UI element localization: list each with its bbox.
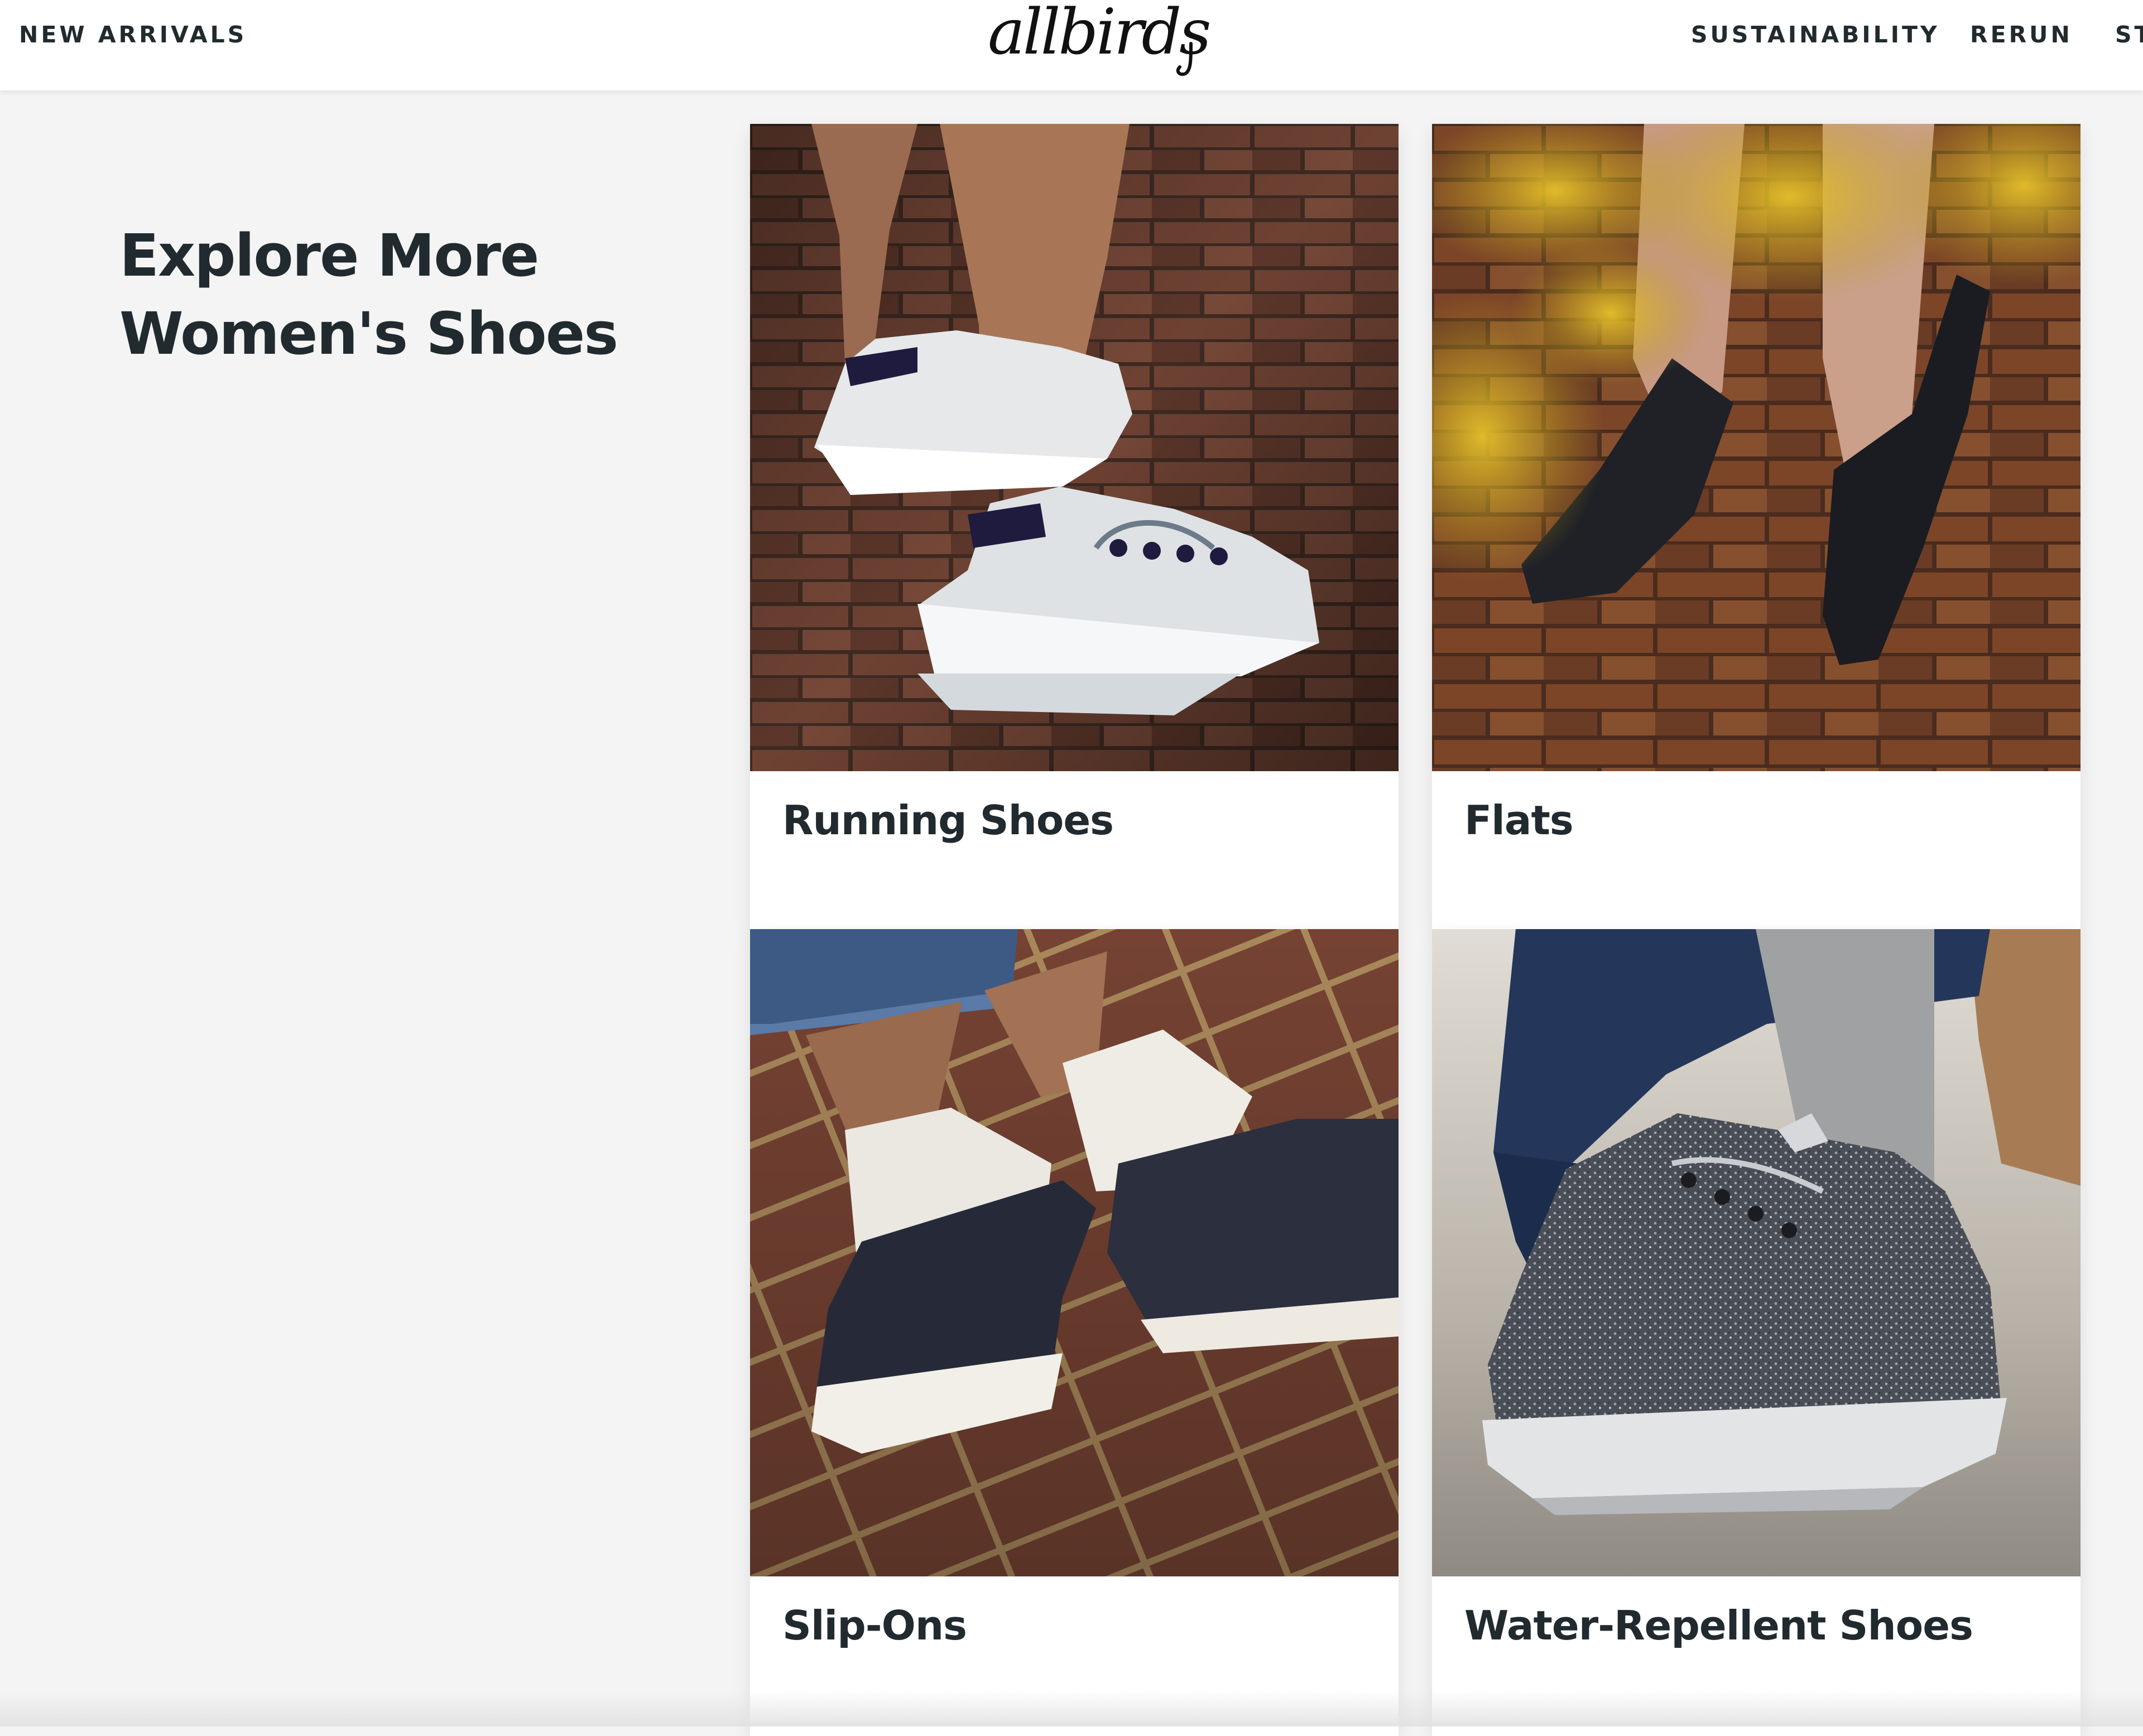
allbirds-logo[interactable]: allbirds (983, 0, 1212, 77)
nav-stores-truncated[interactable]: ST (2115, 21, 2143, 48)
logo-wordmark: allbirds (988, 0, 1212, 76)
section-heading: Explore More Women's Shoes (119, 217, 678, 373)
category-card-flats[interactable]: Flats (1432, 124, 2080, 931)
site-header: NEW ARRIVALS allbirds SUSTAINABILITY RER… (0, 0, 2143, 90)
logo-text: allbirds (988, 4, 1209, 69)
slip-ons-image (750, 929, 1399, 1576)
card-label: Running Shoes (782, 797, 1114, 844)
card-label: Slip-Ons (782, 1602, 967, 1649)
card-label: Water-Repellent Shoes (1464, 1602, 1973, 1649)
running-shoes-image (750, 124, 1399, 771)
nav-rerun[interactable]: RERUN (1970, 21, 2073, 48)
category-card-water-repellent-shoes[interactable]: Water-Repellent Shoes (1432, 929, 2080, 1736)
card-label: Flats (1464, 797, 1574, 844)
flats-image (1432, 124, 2080, 771)
nav-sustainability[interactable]: SUSTAINABILITY (1691, 21, 1940, 48)
nav-new-arrivals[interactable]: NEW ARRIVALS (19, 21, 247, 48)
bottom-fade (0, 1691, 2143, 1727)
water-repellent-shoes-image (1432, 929, 2080, 1576)
heading-line-2: Women's Shoes (119, 300, 618, 368)
category-card-running-shoes[interactable]: Running Shoes (750, 124, 1399, 931)
heading-line-1: Explore More (119, 222, 539, 290)
category-card-slip-ons[interactable]: Slip-Ons (750, 929, 1399, 1736)
